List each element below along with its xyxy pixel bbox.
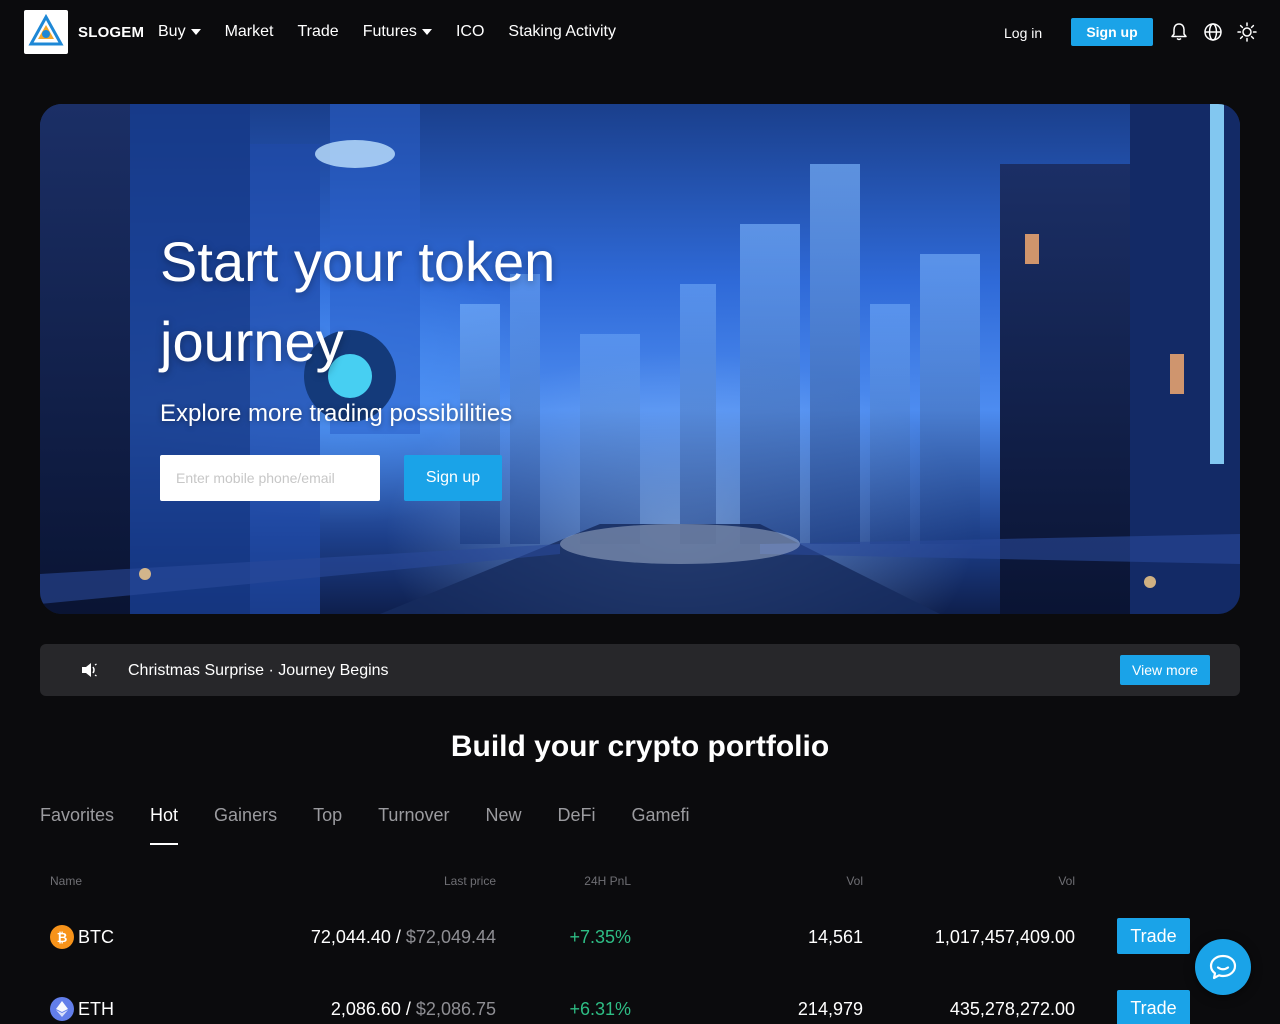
trade-button[interactable]: Trade — [1117, 918, 1190, 954]
nav-label: ICO — [455, 23, 485, 40]
nav-label: Trade — [297, 23, 339, 40]
tab-gainers[interactable]: Gainers — [214, 805, 277, 845]
nav-market[interactable]: Market — [225, 23, 274, 41]
coin-symbol: BTC — [78, 927, 114, 947]
nav-buy[interactable]: Buy — [158, 23, 201, 41]
logo-icon — [28, 14, 64, 46]
volume-value: 214,979 — [797, 999, 863, 1019]
brand-name[interactable]: SLOGEM — [78, 24, 144, 41]
column-header-24h-pnl: 24H PnL — [584, 874, 631, 888]
hero-banner: Start your token journey Explore more tr… — [40, 104, 1240, 614]
market-tabs: Favorites Hot Gainers Top Turnover New D… — [40, 805, 726, 845]
chat-support-button[interactable] — [1195, 939, 1251, 995]
top-navbar: SLOGEM Buy Market Trade Futures ICO Stak… — [0, 0, 1280, 66]
bitcoin-icon: ₿ — [50, 925, 74, 949]
tab-gamefi[interactable]: Gamefi — [632, 805, 690, 845]
coin-symbol: ETH — [78, 999, 114, 1019]
last-price: 2,086.60 / $2,086.75 — [330, 999, 496, 1019]
tab-favorites[interactable]: Favorites — [40, 805, 114, 845]
nav-trade[interactable]: Trade — [297, 23, 338, 41]
turnover-value: 435,278,272.00 — [949, 999, 1075, 1019]
column-header-vol: Vol — [846, 874, 863, 888]
sun-icon[interactable] — [1237, 22, 1257, 42]
hero-title: Start your token journey — [160, 230, 556, 373]
nav-label: Buy — [158, 23, 186, 40]
trade-button[interactable]: Trade — [1117, 990, 1190, 1024]
tab-new[interactable]: New — [485, 805, 521, 845]
nav-staking-activity[interactable]: Staking Activity — [508, 23, 616, 41]
column-header-name: Name — [50, 874, 83, 888]
nav-label: Staking Activity — [508, 23, 616, 40]
view-more-button[interactable]: View more — [1120, 655, 1210, 685]
table-row[interactable]: ₿ BTC 72,044.40 / $72,049.44 +7.35% 14,5… — [0, 906, 1280, 966]
tab-turnover[interactable]: Turnover — [378, 805, 449, 845]
tab-defi[interactable]: DeFi — [557, 805, 595, 845]
ethereum-icon — [50, 997, 74, 1021]
table-row[interactable]: ETH 2,086.60 / $2,086.75 +6.31% 214,979 … — [0, 978, 1280, 1024]
hero-signup-button[interactable]: Sign up — [404, 455, 502, 501]
price-usd: $2,086.75 — [415, 999, 496, 1019]
chevron-down-icon — [190, 29, 201, 35]
nav-label: Futures — [362, 23, 417, 40]
ethereum-glyph — [56, 1001, 68, 1017]
price-value: 2,086.60 — [330, 999, 401, 1019]
column-header-last-price: Last price — [443, 874, 496, 888]
nav-ico[interactable]: ICO — [456, 23, 484, 41]
price-usd: $72,049.44 — [405, 927, 496, 947]
announcement-text[interactable]: Christmas Surprise · Journey Begins — [128, 662, 389, 680]
tab-top[interactable]: Top — [313, 805, 342, 845]
bell-icon[interactable] — [1169, 22, 1189, 42]
globe-icon[interactable] — [1203, 22, 1223, 42]
signup-button[interactable]: Sign up — [1071, 18, 1153, 46]
hero-subtitle: Explore more trading possibilities — [160, 400, 513, 427]
nav-label: Market — [224, 23, 274, 40]
price-value: 72,044.40 — [310, 927, 391, 947]
chevron-down-icon — [421, 29, 432, 35]
chat-bubble-icon — [1209, 954, 1237, 980]
logo[interactable] — [24, 10, 68, 54]
pnl-value: +6.31% — [569, 999, 631, 1019]
main-nav: Buy Market Trade Futures ICO Staking Act… — [158, 23, 640, 41]
column-header-vol-2: Vol — [1058, 874, 1075, 888]
last-price: 72,044.40 / $72,049.44 — [310, 927, 496, 947]
section-title: Build your crypto portfolio — [450, 730, 830, 763]
tab-hot[interactable]: Hot — [150, 805, 179, 845]
login-link[interactable]: Log in — [1004, 25, 1042, 41]
announcement-bar: Christmas Surprise · Journey Begins View… — [40, 644, 1240, 696]
pnl-value: +7.35% — [569, 927, 631, 947]
turnover-value: 1,017,457,409.00 — [934, 927, 1075, 947]
speaker-icon — [82, 663, 97, 677]
phone-email-input[interactable] — [160, 455, 380, 501]
nav-futures[interactable]: Futures — [363, 23, 432, 41]
volume-value: 14,561 — [807, 927, 863, 947]
